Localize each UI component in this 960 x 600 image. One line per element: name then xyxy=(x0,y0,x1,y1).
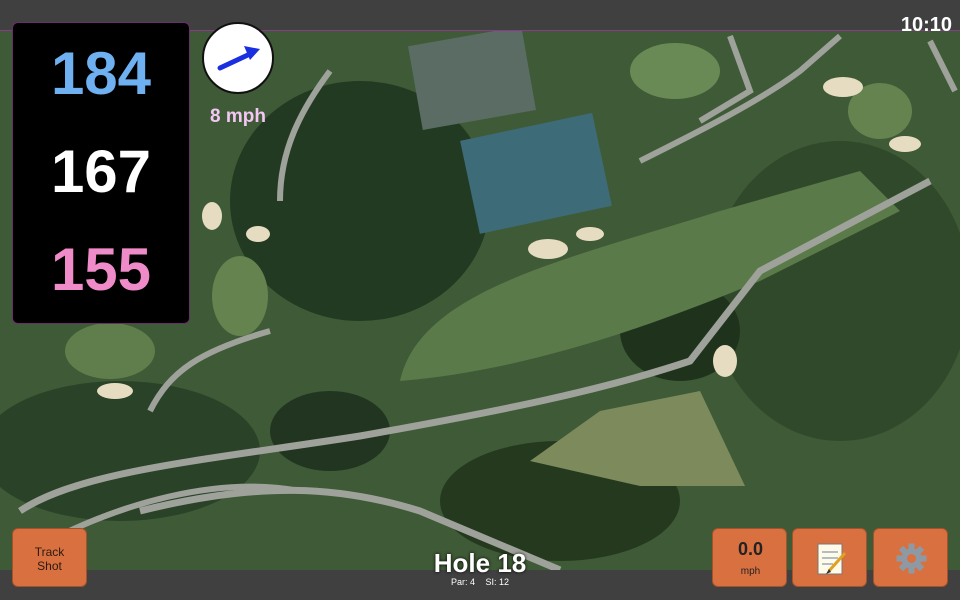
hole-stroke-index: SI: 12 xyxy=(485,577,510,587)
speed-unit: mph xyxy=(740,566,761,577)
hole-info: Par: 4 SI: 12 xyxy=(380,577,580,587)
track-shot-button[interactable]: Track Shot xyxy=(12,528,87,587)
distance-panel: 184 167 155 xyxy=(12,22,190,324)
wind-speed: 8 mph xyxy=(210,106,266,127)
speed-value: 0.0 xyxy=(737,539,764,559)
notepad-icon xyxy=(817,543,847,575)
distance-middle: 167 xyxy=(50,138,152,205)
distance-back: 184 xyxy=(50,40,152,107)
wind-arrow-icon xyxy=(217,46,260,71)
distance-front: 155 xyxy=(50,236,152,303)
gear-icon xyxy=(896,543,927,574)
wind-indicator xyxy=(202,22,274,94)
speed-button[interactable]: 0.0 mph xyxy=(712,528,787,587)
hole-title: Hole 18 xyxy=(433,548,527,578)
notes-button[interactable] xyxy=(792,528,867,587)
hole-par: Par: 4 xyxy=(450,577,475,587)
settings-button[interactable] xyxy=(873,528,948,587)
track-shot-label-line2: Shot xyxy=(37,559,62,573)
track-shot-label-line1: Track xyxy=(34,545,65,559)
